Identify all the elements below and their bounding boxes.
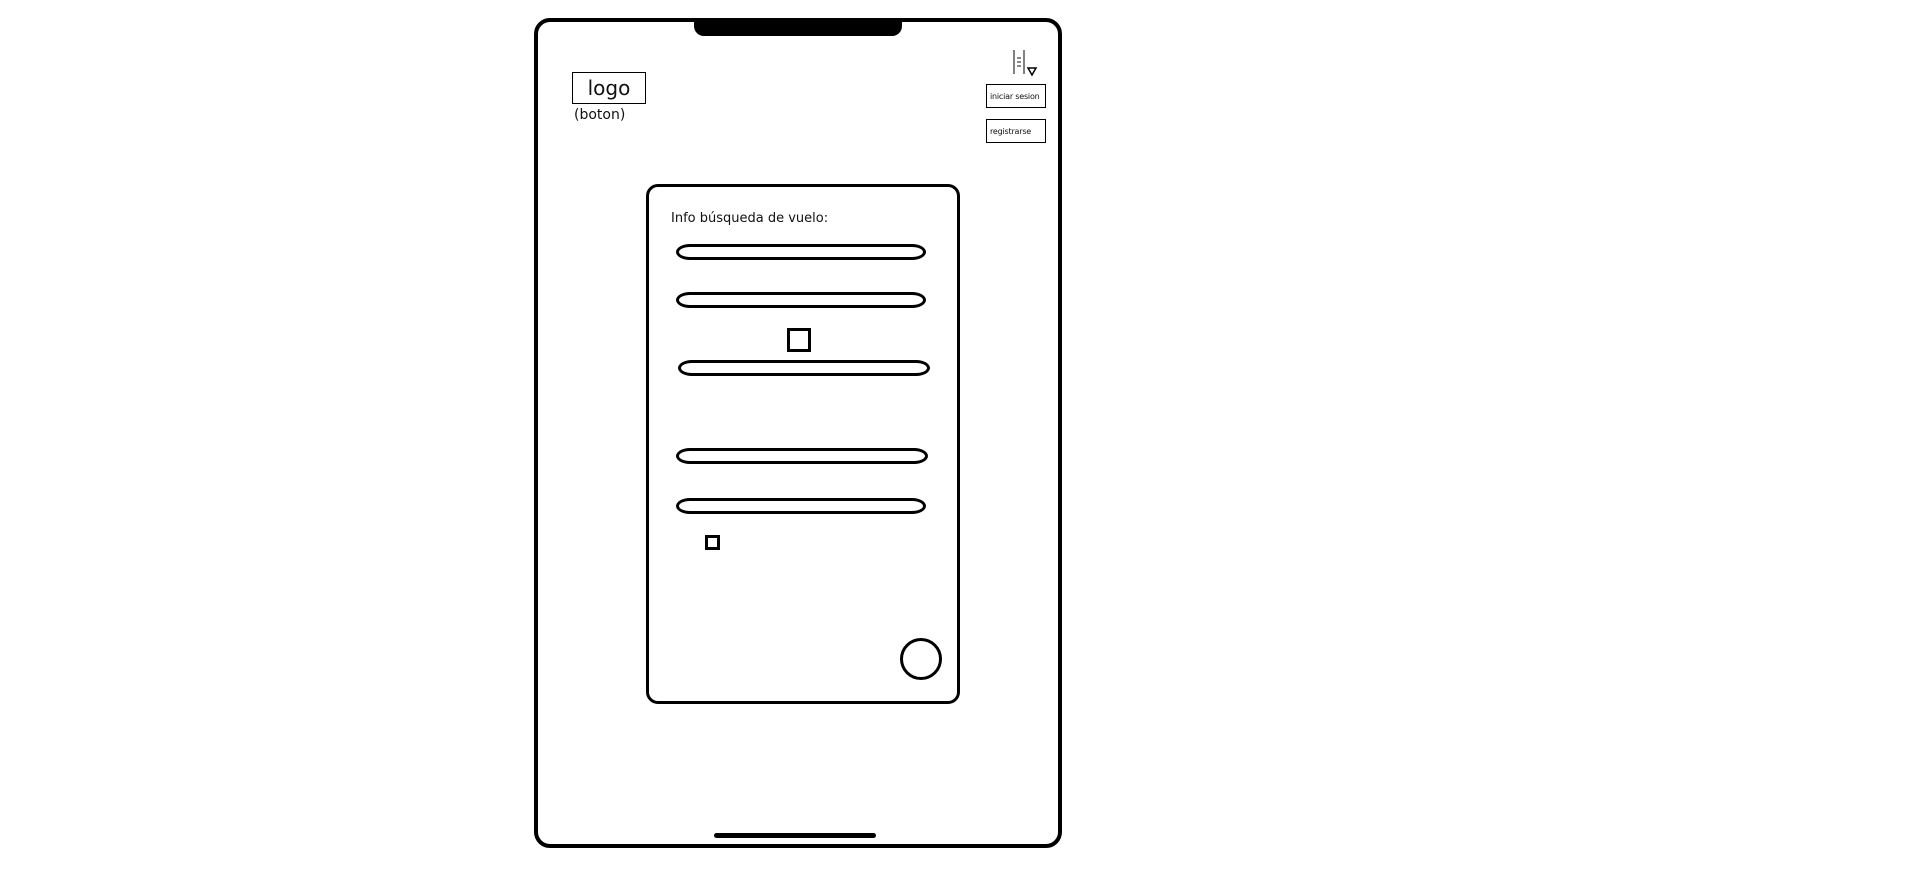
passengers-input[interactable] <box>691 506 911 517</box>
wireframe-canvas: logo (boton) iniciar sesion registrarse <box>0 0 1914 869</box>
register-button[interactable]: registrarse <box>986 119 1046 143</box>
passengers-field[interactable] <box>676 498 926 517</box>
return-date-field[interactable] <box>676 448 928 467</box>
language-selector-icon[interactable] <box>1008 48 1044 78</box>
destination-input[interactable] <box>691 300 911 311</box>
departure-date-input[interactable] <box>693 368 915 379</box>
logo-button[interactable]: logo <box>572 72 646 104</box>
phone-notch <box>694 18 902 36</box>
logo-caption: (boton) <box>574 107 626 123</box>
origin-input[interactable] <box>691 252 911 263</box>
return-date-input[interactable] <box>691 456 913 467</box>
search-icon[interactable] <box>900 638 942 680</box>
option-checkbox[interactable] <box>705 535 720 550</box>
logo-label: logo <box>587 76 631 100</box>
destination-field[interactable] <box>676 292 926 311</box>
swap-icon[interactable] <box>787 328 811 352</box>
card-title: Info búsqueda de vuelo: <box>671 211 829 226</box>
home-indicator <box>714 833 876 838</box>
login-label: iniciar sesion <box>990 91 1040 101</box>
register-label: registrarse <box>990 126 1032 136</box>
login-button[interactable]: iniciar sesion <box>986 84 1046 108</box>
origin-field[interactable] <box>676 244 926 263</box>
departure-date-field[interactable] <box>678 360 930 379</box>
